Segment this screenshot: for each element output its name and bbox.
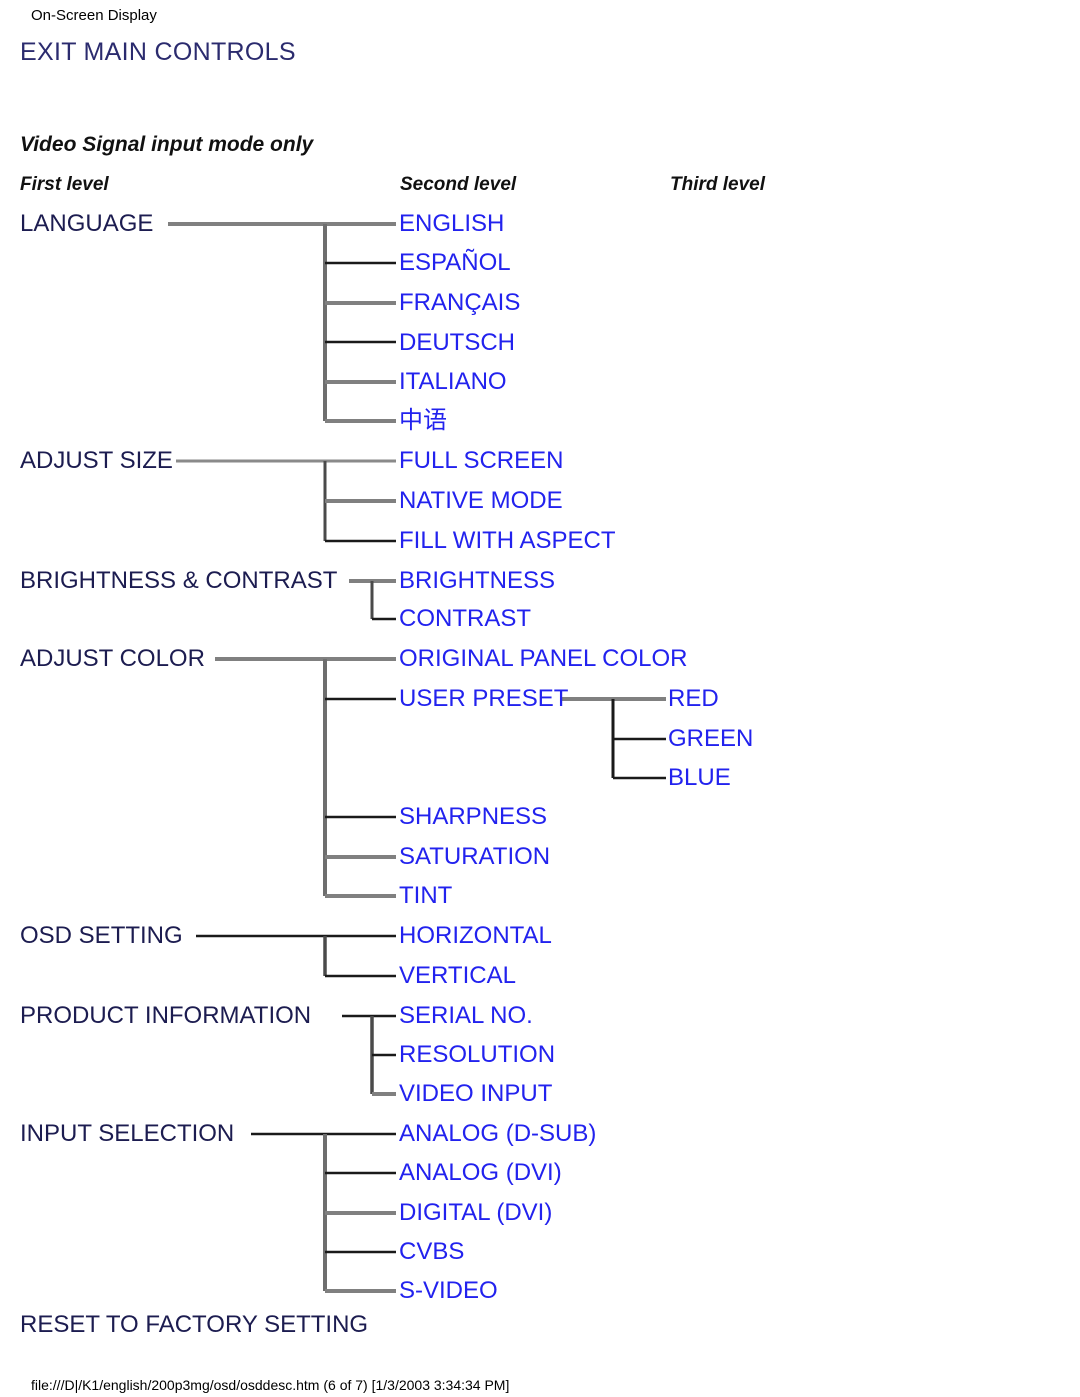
menu-item-language[interactable]: LANGUAGE	[20, 212, 153, 236]
page-title: On-Screen Display	[31, 7, 157, 24]
submenu-item-green[interactable]: GREEN	[668, 727, 753, 751]
submenu-item-user-preset[interactable]: USER PRESET	[399, 687, 568, 711]
submenu-item-saturation[interactable]: SATURATION	[399, 845, 550, 869]
submenu-item-italiano[interactable]: ITALIANO	[399, 370, 507, 394]
submenu-item-original-panel-color[interactable]: ORIGINAL PANEL COLOR	[399, 647, 688, 671]
section-subtitle: Video Signal input mode only	[20, 133, 314, 156]
column-header-first-level: First level	[20, 174, 109, 195]
submenu-item-full-screen[interactable]: FULL SCREEN	[399, 449, 563, 473]
submenu-item-serial-no[interactable]: SERIAL NO.	[399, 1004, 533, 1028]
submenu-item-analog-dvi[interactable]: ANALOG (DVI)	[399, 1161, 562, 1185]
menu-item-product-information[interactable]: PRODUCT INFORMATION	[20, 1004, 311, 1028]
submenu-item-contrast[interactable]: CONTRAST	[399, 607, 531, 631]
osd-menu-page: On-Screen Display EXIT MAIN CONTROLS Vid…	[0, 0, 1080, 1397]
submenu-item-fill-with-aspect[interactable]: FILL WITH ASPECT	[399, 529, 615, 553]
column-header-second-level: Second level	[400, 174, 517, 195]
submenu-item-english[interactable]: ENGLISH	[399, 212, 504, 236]
menu-item-osd-setting[interactable]: OSD SETTING	[20, 924, 183, 948]
menu-item-input-selection[interactable]: INPUT SELECTION	[20, 1122, 234, 1146]
menu-item-adjust-color[interactable]: ADJUST COLOR	[20, 647, 205, 671]
submenu-item-deutsch[interactable]: DEUTSCH	[399, 331, 515, 355]
main-heading: EXIT MAIN CONTROLS	[20, 38, 296, 66]
submenu-item-tint[interactable]: TINT	[399, 884, 452, 908]
submenu-item-cvbs[interactable]: CVBS	[399, 1240, 464, 1264]
submenu-item-espanol[interactable]: ESPAÑOL	[399, 251, 511, 275]
submenu-item-native-mode[interactable]: NATIVE MODE	[399, 489, 563, 513]
status-bar-file-path: file:///D|/K1/english/200p3mg/osd/osddes…	[31, 1377, 510, 1393]
submenu-item-blue[interactable]: BLUE	[668, 766, 731, 790]
column-header-third-level: Third level	[670, 174, 766, 195]
submenu-item-analog-dsub[interactable]: ANALOG (D-SUB)	[399, 1122, 596, 1146]
submenu-item-video-input[interactable]: VIDEO INPUT	[399, 1082, 552, 1106]
submenu-item-red[interactable]: RED	[668, 687, 719, 711]
menu-item-adjust-size[interactable]: ADJUST SIZE	[20, 449, 173, 473]
submenu-item-chinese[interactable]: 中语	[399, 408, 447, 432]
submenu-item-vertical[interactable]: VERTICAL	[399, 964, 516, 988]
submenu-item-horizontal[interactable]: HORIZONTAL	[399, 924, 552, 948]
menu-item-brightness-contrast[interactable]: BRIGHTNESS & CONTRAST	[20, 569, 337, 593]
submenu-item-brightness[interactable]: BRIGHTNESS	[399, 569, 555, 593]
submenu-item-sharpness[interactable]: SHARPNESS	[399, 805, 547, 829]
submenu-item-resolution[interactable]: RESOLUTION	[399, 1043, 555, 1067]
menu-item-reset-to-factory-setting[interactable]: RESET TO FACTORY SETTING	[20, 1313, 368, 1335]
submenu-item-s-video[interactable]: S-VIDEO	[399, 1279, 498, 1303]
submenu-item-francais[interactable]: FRANÇAIS	[399, 291, 520, 315]
submenu-item-digital-dvi[interactable]: DIGITAL (DVI)	[399, 1201, 552, 1225]
